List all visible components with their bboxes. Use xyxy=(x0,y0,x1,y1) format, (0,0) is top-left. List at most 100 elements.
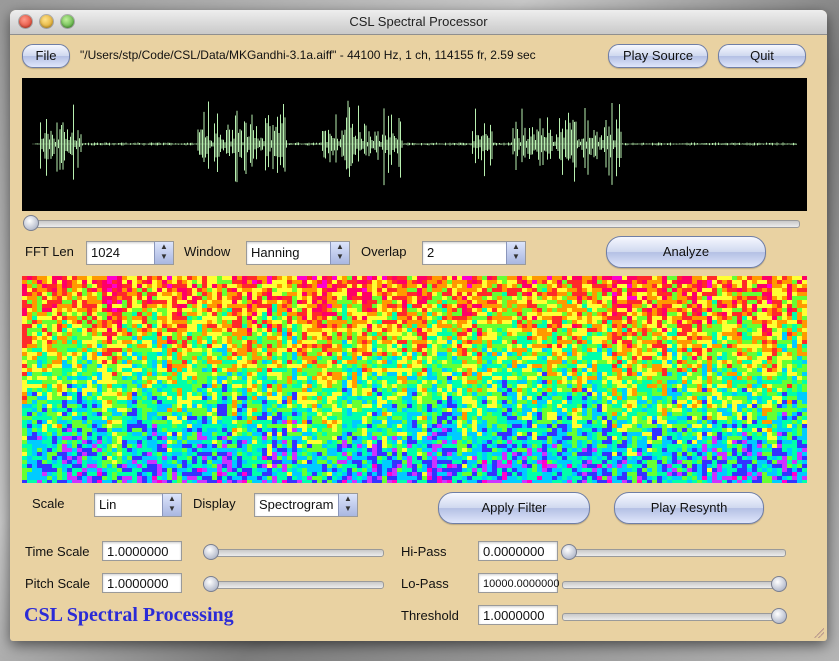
spectrogram-cell xyxy=(232,312,237,316)
spectrogram-cell xyxy=(52,296,57,300)
spectrogram-cell xyxy=(272,420,277,424)
spectrogram-cell xyxy=(297,364,302,368)
spectrogram-cell xyxy=(307,364,312,368)
window-select[interactable]: Hanning ▲ ▼ xyxy=(246,241,350,265)
spectrogram-cell xyxy=(317,308,322,312)
spectrogram-cell xyxy=(242,448,247,452)
minimize-window-button[interactable] xyxy=(40,15,53,28)
spectrogram-cell xyxy=(32,288,37,292)
spectrogram-cell xyxy=(212,468,217,472)
spectrogram-cell xyxy=(242,356,247,360)
spectrogram-cell xyxy=(202,404,207,408)
spectrogram-cell xyxy=(107,300,112,304)
spectrogram-cell xyxy=(177,352,182,356)
spectrogram-cell xyxy=(72,412,77,416)
spectrogram-cell xyxy=(377,428,382,432)
spectrogram-cell xyxy=(87,288,92,292)
spectrogram-cell xyxy=(447,276,452,280)
spectrogram-cell xyxy=(77,416,82,420)
spectrogram-cell xyxy=(432,440,437,444)
overlap-select[interactable]: 2 ▲ ▼ xyxy=(422,241,526,265)
spectrogram-cell xyxy=(302,368,307,372)
spectrogram-cell xyxy=(202,436,207,440)
spectrogram-cell xyxy=(417,464,422,468)
spectrogram-cell xyxy=(237,292,242,296)
spectrogram-cell xyxy=(97,416,102,420)
spectrogram-cell xyxy=(217,416,222,420)
spectrogram-cell xyxy=(417,404,422,408)
spectrogram-cell xyxy=(362,428,367,432)
spectrogram-cell xyxy=(312,348,317,352)
spectrogram-cell xyxy=(237,276,242,280)
spectrogram-cell xyxy=(232,356,237,360)
chevron-updown-icon: ▲ ▼ xyxy=(154,242,173,264)
spectrogram-cell xyxy=(167,444,172,448)
spectrogram-cell xyxy=(337,280,342,284)
spectrogram-cell xyxy=(292,296,297,300)
spectrogram-cell xyxy=(37,344,42,348)
spectrogram-cell xyxy=(432,348,437,352)
spectrogram-cell xyxy=(167,416,172,420)
spectrogram-cell xyxy=(142,324,147,328)
quit-button[interactable]: Quit xyxy=(718,44,806,68)
spectrogram-cell xyxy=(147,288,152,292)
fft-len-select[interactable]: 1024 ▲ ▼ xyxy=(86,241,174,265)
spectrogram-cell xyxy=(262,280,267,284)
spectrogram-cell xyxy=(272,380,277,384)
spectrogram-cell xyxy=(237,300,242,304)
spectrogram-cell xyxy=(27,328,32,332)
spectrogram-cell xyxy=(442,460,447,464)
close-window-button[interactable] xyxy=(19,15,32,28)
spectrogram-cell xyxy=(357,456,362,460)
spectrogram-cell xyxy=(292,432,297,436)
spectrogram-cell xyxy=(152,296,157,300)
spectrogram-cell xyxy=(237,336,242,340)
spectrogram-cell xyxy=(397,464,402,468)
spectrogram-cell xyxy=(212,420,217,424)
spectrogram-cell xyxy=(192,308,197,312)
spectrogram-cell xyxy=(172,360,177,364)
spectrogram-cell xyxy=(302,300,307,304)
spectrogram-cell xyxy=(397,412,402,416)
spectrogram-cell xyxy=(172,412,177,416)
spectrogram-cell xyxy=(157,420,162,424)
spectrogram-cell xyxy=(217,424,222,428)
file-button[interactable]: File xyxy=(22,44,70,68)
play-source-button[interactable]: Play Source xyxy=(608,44,708,68)
spectrogram-cell xyxy=(372,432,377,436)
spectrogram-cell xyxy=(197,324,202,328)
spectrogram-cell xyxy=(67,332,72,336)
spectrogram-cell xyxy=(427,380,432,384)
playback-position-knob[interactable] xyxy=(23,215,39,231)
spectrogram-cell xyxy=(82,352,87,356)
spectrogram-cell xyxy=(262,416,267,420)
spectrogram-cell xyxy=(337,364,342,368)
spectrogram-cell xyxy=(102,480,107,484)
spectrogram-cell xyxy=(322,388,327,392)
spectrogram-cell xyxy=(137,368,142,372)
spectrogram-cell xyxy=(432,448,437,452)
title-bar[interactable]: CSL Spectral Processor xyxy=(10,10,827,35)
playback-position-slider[interactable] xyxy=(23,215,800,231)
spectrogram-cell xyxy=(357,392,362,396)
spectrogram-cell xyxy=(82,300,87,304)
zoom-window-button[interactable] xyxy=(61,15,74,28)
analyze-button[interactable]: Analyze xyxy=(606,236,766,268)
spectrogram-cell xyxy=(187,456,192,460)
spectrogram-cell xyxy=(137,320,142,324)
spectrogram-cell xyxy=(337,476,342,480)
spectrogram-cell xyxy=(147,368,152,372)
spectrogram-cell xyxy=(32,424,37,428)
spectrogram-cell xyxy=(307,472,312,476)
spectrogram-cell xyxy=(172,384,177,388)
spectrogram-cell xyxy=(187,452,192,456)
spectrogram-cell xyxy=(232,448,237,452)
spectrogram-cell xyxy=(172,432,177,436)
spectrogram-cell xyxy=(232,296,237,300)
spectrogram-cell xyxy=(442,308,447,312)
spectrogram-cell xyxy=(117,404,122,408)
spectrogram-cell xyxy=(107,316,112,320)
spectrogram-cell xyxy=(127,416,132,420)
spectrogram-cell xyxy=(107,376,112,380)
spectrogram-cell xyxy=(327,432,332,436)
